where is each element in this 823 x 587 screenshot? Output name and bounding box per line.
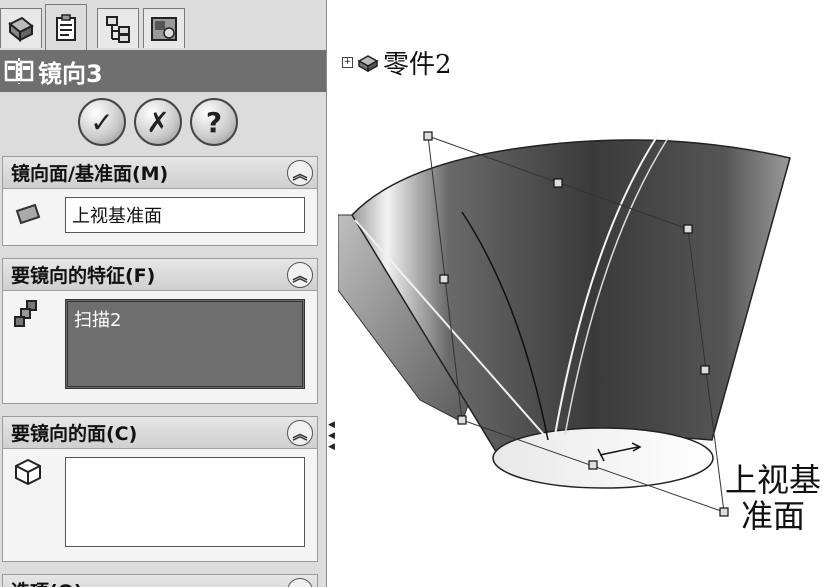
- chevron-up-double-icon: ︽: [292, 266, 308, 285]
- mirror-plane-group: 镜向面/基准面(M) ︽ 上视基准面: [2, 156, 318, 246]
- tab-configuration-manager[interactable]: [97, 8, 139, 48]
- face-cube-icon: [15, 458, 41, 486]
- plane-handle[interactable]: [553, 178, 563, 188]
- faces-to-mirror-list[interactable]: [65, 457, 305, 547]
- property-manager-title: 镜向3: [38, 59, 103, 88]
- feature-list-icon: [14, 300, 37, 327]
- panel-splitter[interactable]: ◀ ◀ ◀: [328, 420, 336, 453]
- features-to-mirror-group: 要镜向的特征(F) ︽ 扫描2: [2, 258, 318, 404]
- plane-handle[interactable]: [588, 460, 598, 470]
- features-to-mirror-group-title: 要镜向的特征(F): [11, 265, 156, 287]
- feature-list-item[interactable]: 扫描2: [74, 310, 121, 331]
- property-manager-panel: 镜向3 ✓ ✗ ? 镜向面/基准面(M) ︽ 上视基准面 要镜向的特征(F) ︽…: [0, 0, 327, 587]
- tab-feature-manager[interactable]: [0, 8, 42, 48]
- collapse-options-button[interactable]: ︽: [287, 578, 313, 587]
- splitter-arrow-icon: ◀: [328, 431, 335, 441]
- faces-to-mirror-group-title: 要镜向的面(C): [11, 423, 138, 445]
- action-buttons: ✓ ✗ ?: [78, 98, 238, 146]
- plane-handle[interactable]: [683, 224, 693, 234]
- plane-handle[interactable]: [439, 274, 449, 284]
- chevron-up-double-icon: ︽: [292, 424, 308, 443]
- collapse-faces-button[interactable]: ︽: [287, 420, 313, 446]
- plane-icon: [15, 203, 41, 225]
- manager-tabs: [0, 0, 326, 50]
- help-button[interactable]: ?: [190, 98, 238, 146]
- mirror-plane-group-header[interactable]: 镜向面/基准面(M) ︽: [3, 157, 317, 189]
- property-manager-title-bar: 镜向3: [0, 50, 326, 92]
- features-to-mirror-group-header[interactable]: 要镜向的特征(F) ︽: [3, 259, 317, 291]
- options-group-title: 选项(O): [11, 577, 83, 587]
- question-mark-icon: ?: [205, 105, 223, 139]
- cancel-x-icon: ✗: [146, 105, 170, 139]
- checkmark-icon: ✓: [90, 105, 114, 139]
- display-manager-icon: [151, 16, 177, 41]
- options-group: 选项(O) ︽: [2, 574, 318, 587]
- options-group-header[interactable]: 选项(O) ︽: [3, 575, 317, 587]
- plane-handle[interactable]: [457, 415, 467, 425]
- mirror-plane-group-title: 镜向面/基准面(M): [11, 163, 169, 185]
- chevron-up-double-icon: ︽: [292, 164, 308, 183]
- property-manager-icon: [56, 13, 76, 41]
- collapse-features-button[interactable]: ︽: [287, 262, 313, 288]
- cancel-button[interactable]: ✗: [134, 98, 182, 146]
- plane-label-line-2: 准面: [740, 497, 805, 535]
- faces-to-mirror-group: 要镜向的面(C) ︽: [2, 416, 318, 562]
- plane-label-line-1: 上视基: [724, 461, 821, 499]
- mirror-plane-field[interactable]: 上视基准面: [65, 197, 305, 233]
- splitter-arrow-icon: ◀: [328, 442, 335, 452]
- features-to-mirror-list[interactable]: 扫描2: [65, 299, 305, 389]
- splitter-arrow-icon: ◀: [328, 420, 335, 430]
- collapse-mirror-plane-button[interactable]: ︽: [287, 160, 313, 186]
- configuration-manager-icon: [106, 15, 130, 43]
- ok-button[interactable]: ✓: [78, 98, 126, 146]
- mirror-plane-value: 上视基准面: [72, 206, 162, 227]
- mirror-feature-icon: [4, 58, 34, 84]
- plane-label: 上视基 准面: [725, 462, 821, 534]
- tab-property-manager[interactable]: [45, 4, 87, 50]
- faces-to-mirror-group-header[interactable]: 要镜向的面(C) ︽: [3, 417, 317, 449]
- chevron-up-double-icon: ︽: [292, 581, 307, 587]
- plane-handle[interactable]: [700, 365, 710, 375]
- plane-handle[interactable]: [423, 131, 433, 141]
- feature-manager-icon: [8, 16, 34, 42]
- tab-display-manager[interactable]: [143, 8, 185, 48]
